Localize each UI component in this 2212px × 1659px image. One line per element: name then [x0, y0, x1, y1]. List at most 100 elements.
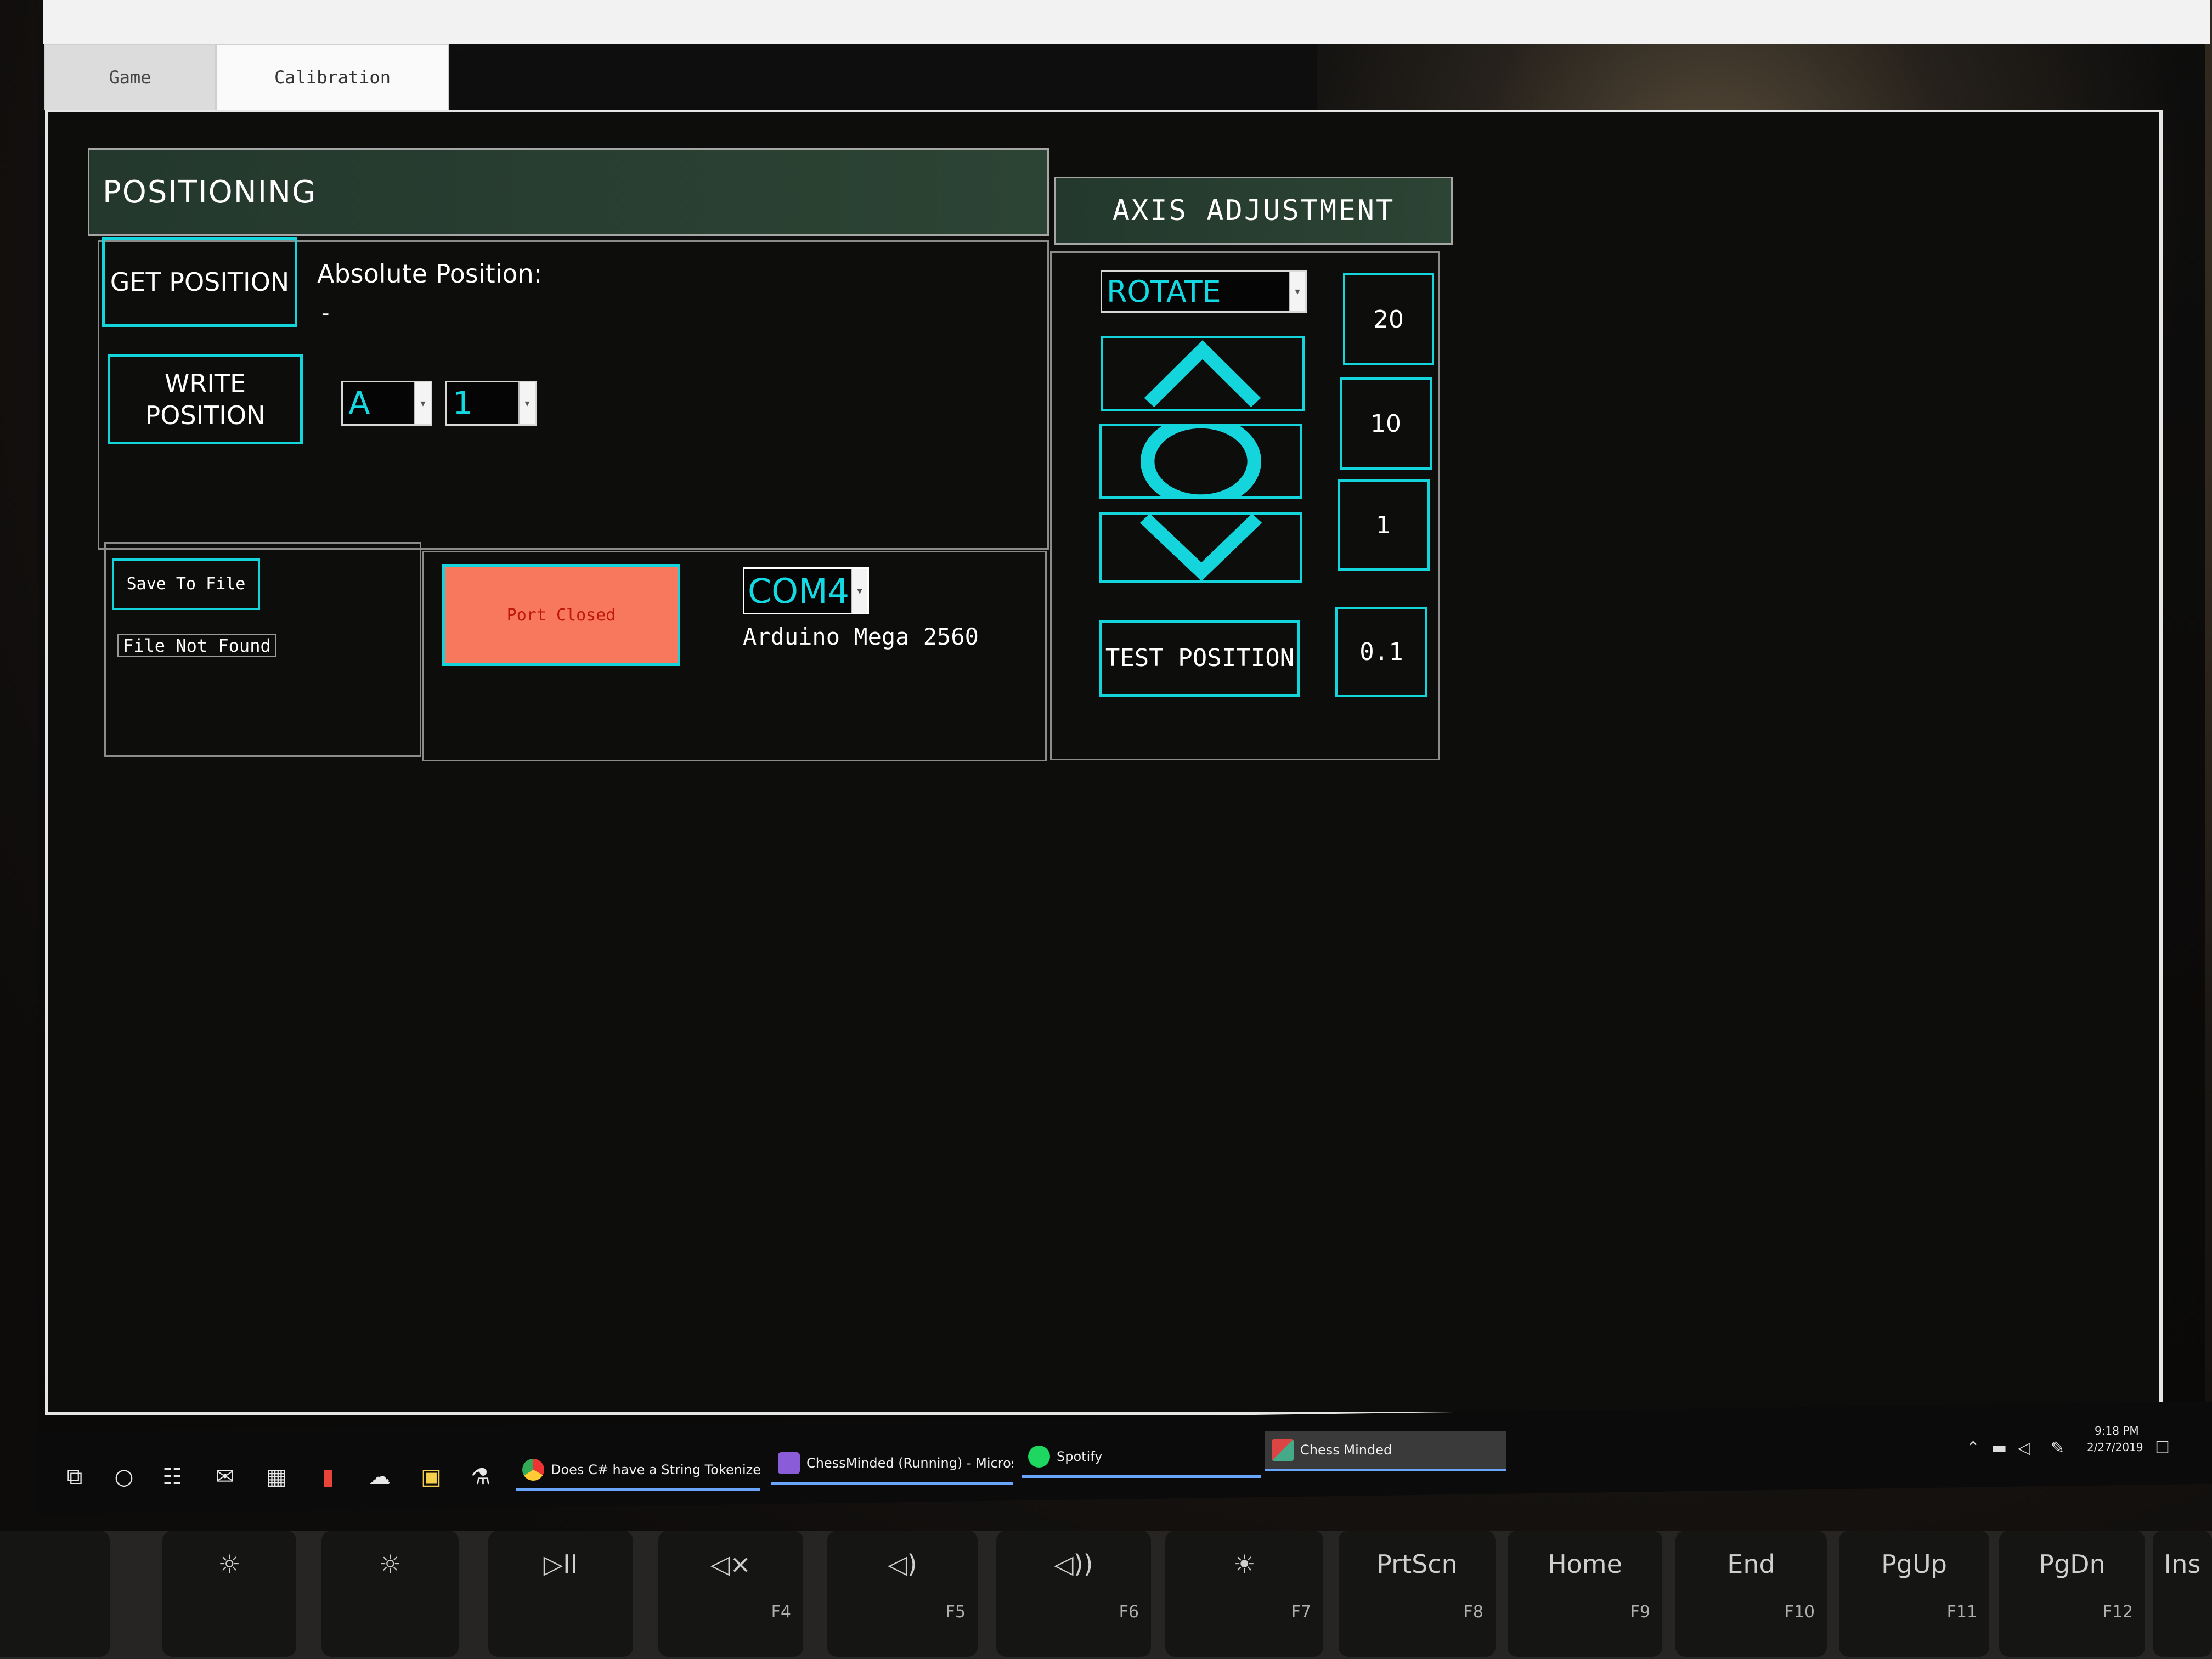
step-size-20-button[interactable]: 20: [1343, 273, 1434, 365]
taskbar-item-label: Does C# have a String Tokenizer like ...: [551, 1462, 760, 1477]
key-fn-label: F10: [1784, 1602, 1815, 1622]
app-icon[interactable]: ☁: [366, 1464, 393, 1490]
file-status-label: File Not Found: [117, 634, 276, 657]
axis-adjustment-header: AXIS ADJUSTMENT: [1054, 177, 1453, 245]
key-fn-label: F5: [945, 1602, 966, 1622]
key-label: PgDn: [2039, 1549, 2106, 1579]
key-volume-up[interactable]: ◁)) F6: [996, 1531, 1151, 1657]
taskbar-item-label: ChessMinded (Running) - Microsoft ...: [806, 1455, 1013, 1471]
file-select[interactable]: A ▾: [341, 381, 432, 426]
key-fn-label: F9: [1630, 1602, 1650, 1622]
key-brightness-down[interactable]: ☼: [162, 1531, 296, 1657]
positioning-header: POSITIONING: [88, 148, 1049, 236]
backlight-icon: ☀: [1233, 1549, 1256, 1579]
axis-select[interactable]: ROTATE ▾: [1101, 270, 1307, 313]
key-brightness-up[interactable]: ☼: [321, 1531, 459, 1657]
brightness-up-icon: ☼: [379, 1549, 402, 1579]
chevron-down-icon[interactable]: ▾: [518, 382, 535, 424]
rank-select[interactable]: 1 ▾: [445, 381, 537, 426]
absolute-position-label: Absolute Position:: [317, 259, 543, 289]
chevron-down-icon: [1139, 515, 1262, 580]
network-tool-icon[interactable]: ⚗: [467, 1464, 494, 1490]
key-play-pause[interactable]: ▷II: [488, 1531, 633, 1657]
absolute-position-value: -: [321, 301, 330, 326]
window-titlebar: [43, 0, 2210, 44]
move-up-button[interactable]: [1101, 336, 1305, 411]
clock-time[interactable]: 9:18 PM: [2095, 1424, 2139, 1437]
taskbar-item-chess-minded[interactable]: Chess Minded: [1265, 1431, 1506, 1471]
brightness-down-icon: ☼: [218, 1549, 241, 1579]
key-fn-label: F8: [1463, 1602, 1483, 1622]
test-position-button[interactable]: TEST POSITION: [1099, 620, 1300, 697]
file-select-value: A: [348, 385, 370, 422]
step-size-0-1-button[interactable]: 0.1: [1335, 607, 1427, 697]
volume-icon[interactable]: ◁: [2018, 1438, 2030, 1458]
taskbar-item-chrome[interactable]: Does C# have a String Tokenizer like ...: [516, 1451, 760, 1491]
port-toggle-button[interactable]: Port Closed: [442, 564, 680, 666]
taskbar-item-label: Spotify: [1057, 1448, 1103, 1464]
key[interactable]: [0, 1531, 110, 1657]
key-label: PrtScn: [1376, 1549, 1458, 1579]
chess-minded-icon: [1272, 1438, 1294, 1461]
spotify-icon: [1028, 1445, 1050, 1468]
move-down-button[interactable]: [1099, 512, 1302, 583]
volume-up-icon: ◁)): [1054, 1549, 1093, 1579]
taskbar-item-label: Chess Minded: [1300, 1442, 1392, 1458]
taskbar-item-visual-studio[interactable]: ChessMinded (Running) - Microsoft ...: [771, 1444, 1013, 1485]
chrome-icon: [522, 1458, 544, 1481]
key-label: End: [1727, 1549, 1775, 1579]
tab-game[interactable]: Game: [44, 44, 216, 110]
search-circle-icon[interactable]: ○: [111, 1464, 137, 1490]
key-home[interactable]: Home F9: [1508, 1531, 1662, 1657]
circle-icon: [1141, 426, 1261, 496]
rank-select-value: 1: [453, 385, 473, 422]
key-prtscn[interactable]: PrtScn F8: [1339, 1531, 1496, 1657]
key-fn-label: F12: [2102, 1602, 2133, 1622]
key-end[interactable]: End F10: [1675, 1531, 1827, 1657]
key-backlight[interactable]: ☀ F7: [1165, 1531, 1323, 1657]
step-size-1-button[interactable]: 1: [1338, 479, 1430, 571]
mute-icon: ◁×: [710, 1549, 751, 1579]
calculator-icon[interactable]: ▦: [263, 1464, 290, 1490]
axis-select-value: ROTATE: [1107, 274, 1221, 309]
visual-studio-icon: [778, 1452, 800, 1474]
center-button[interactable]: [1099, 424, 1302, 499]
battery-icon[interactable]: ▬: [1991, 1438, 2007, 1458]
notifications-icon[interactable]: ☐: [2155, 1438, 2170, 1458]
key-label: Home: [1548, 1549, 1622, 1579]
task-view-icon[interactable]: ☷: [159, 1464, 185, 1490]
chevron-down-icon[interactable]: ▾: [851, 569, 867, 613]
key-ins[interactable]: Ins: [2153, 1531, 2212, 1657]
tab-calibration[interactable]: Calibration: [216, 44, 449, 110]
step-size-10-button[interactable]: 10: [1340, 377, 1432, 470]
key-volume-down[interactable]: ◁) F5: [827, 1531, 978, 1657]
key-fn-label: F4: [771, 1602, 791, 1622]
get-position-button[interactable]: GET POSITION: [102, 237, 297, 327]
folder-icon[interactable]: ▣: [418, 1464, 444, 1490]
key-pgdn[interactable]: PgDn F12: [1999, 1531, 2145, 1657]
taskbar-item-spotify[interactable]: Spotify: [1022, 1437, 1261, 1478]
key-fn-label: F11: [1946, 1602, 1977, 1622]
port-select-value: COM4: [748, 571, 850, 611]
windows-start-icon[interactable]: ⧉: [61, 1464, 88, 1490]
key-label: Ins: [2164, 1549, 2201, 1579]
key-fn-label: F7: [1291, 1602, 1311, 1622]
chevron-down-icon[interactable]: ▾: [414, 382, 431, 424]
chevron-up-icon[interactable]: ⌃: [1966, 1438, 1980, 1458]
key-label: PgUp: [1881, 1549, 1947, 1579]
key-mute[interactable]: ◁× F4: [658, 1531, 803, 1657]
filezilla-icon[interactable]: ▮: [315, 1464, 341, 1490]
chevron-down-icon[interactable]: ▾: [1289, 272, 1305, 311]
volume-down-icon: ◁): [888, 1549, 917, 1579]
device-name-label: Arduino Mega 2560: [743, 623, 979, 650]
system-tray: ⌃ ▬ ◁ ✎ 9:18 PM 2/27/2019 ☐: [1959, 1424, 2178, 1468]
write-position-button[interactable]: WRITE POSITION: [108, 354, 303, 444]
save-to-file-button[interactable]: Save To File: [112, 558, 260, 610]
key-pgup[interactable]: PgUp F11: [1839, 1531, 1989, 1657]
key-fn-label: F6: [1119, 1602, 1139, 1622]
mail-icon[interactable]: ✉: [212, 1464, 238, 1490]
port-select[interactable]: COM4 ▾: [743, 567, 869, 614]
clock-date[interactable]: 2/27/2019: [2087, 1441, 2143, 1454]
keyboard: ☼ ☼ ▷II ◁× F4 ◁) F5 ◁)) F6 ☀ F7 PrtScn F8 Hom…: [0, 1531, 2212, 1659]
pen-icon[interactable]: ✎: [2051, 1438, 2064, 1458]
